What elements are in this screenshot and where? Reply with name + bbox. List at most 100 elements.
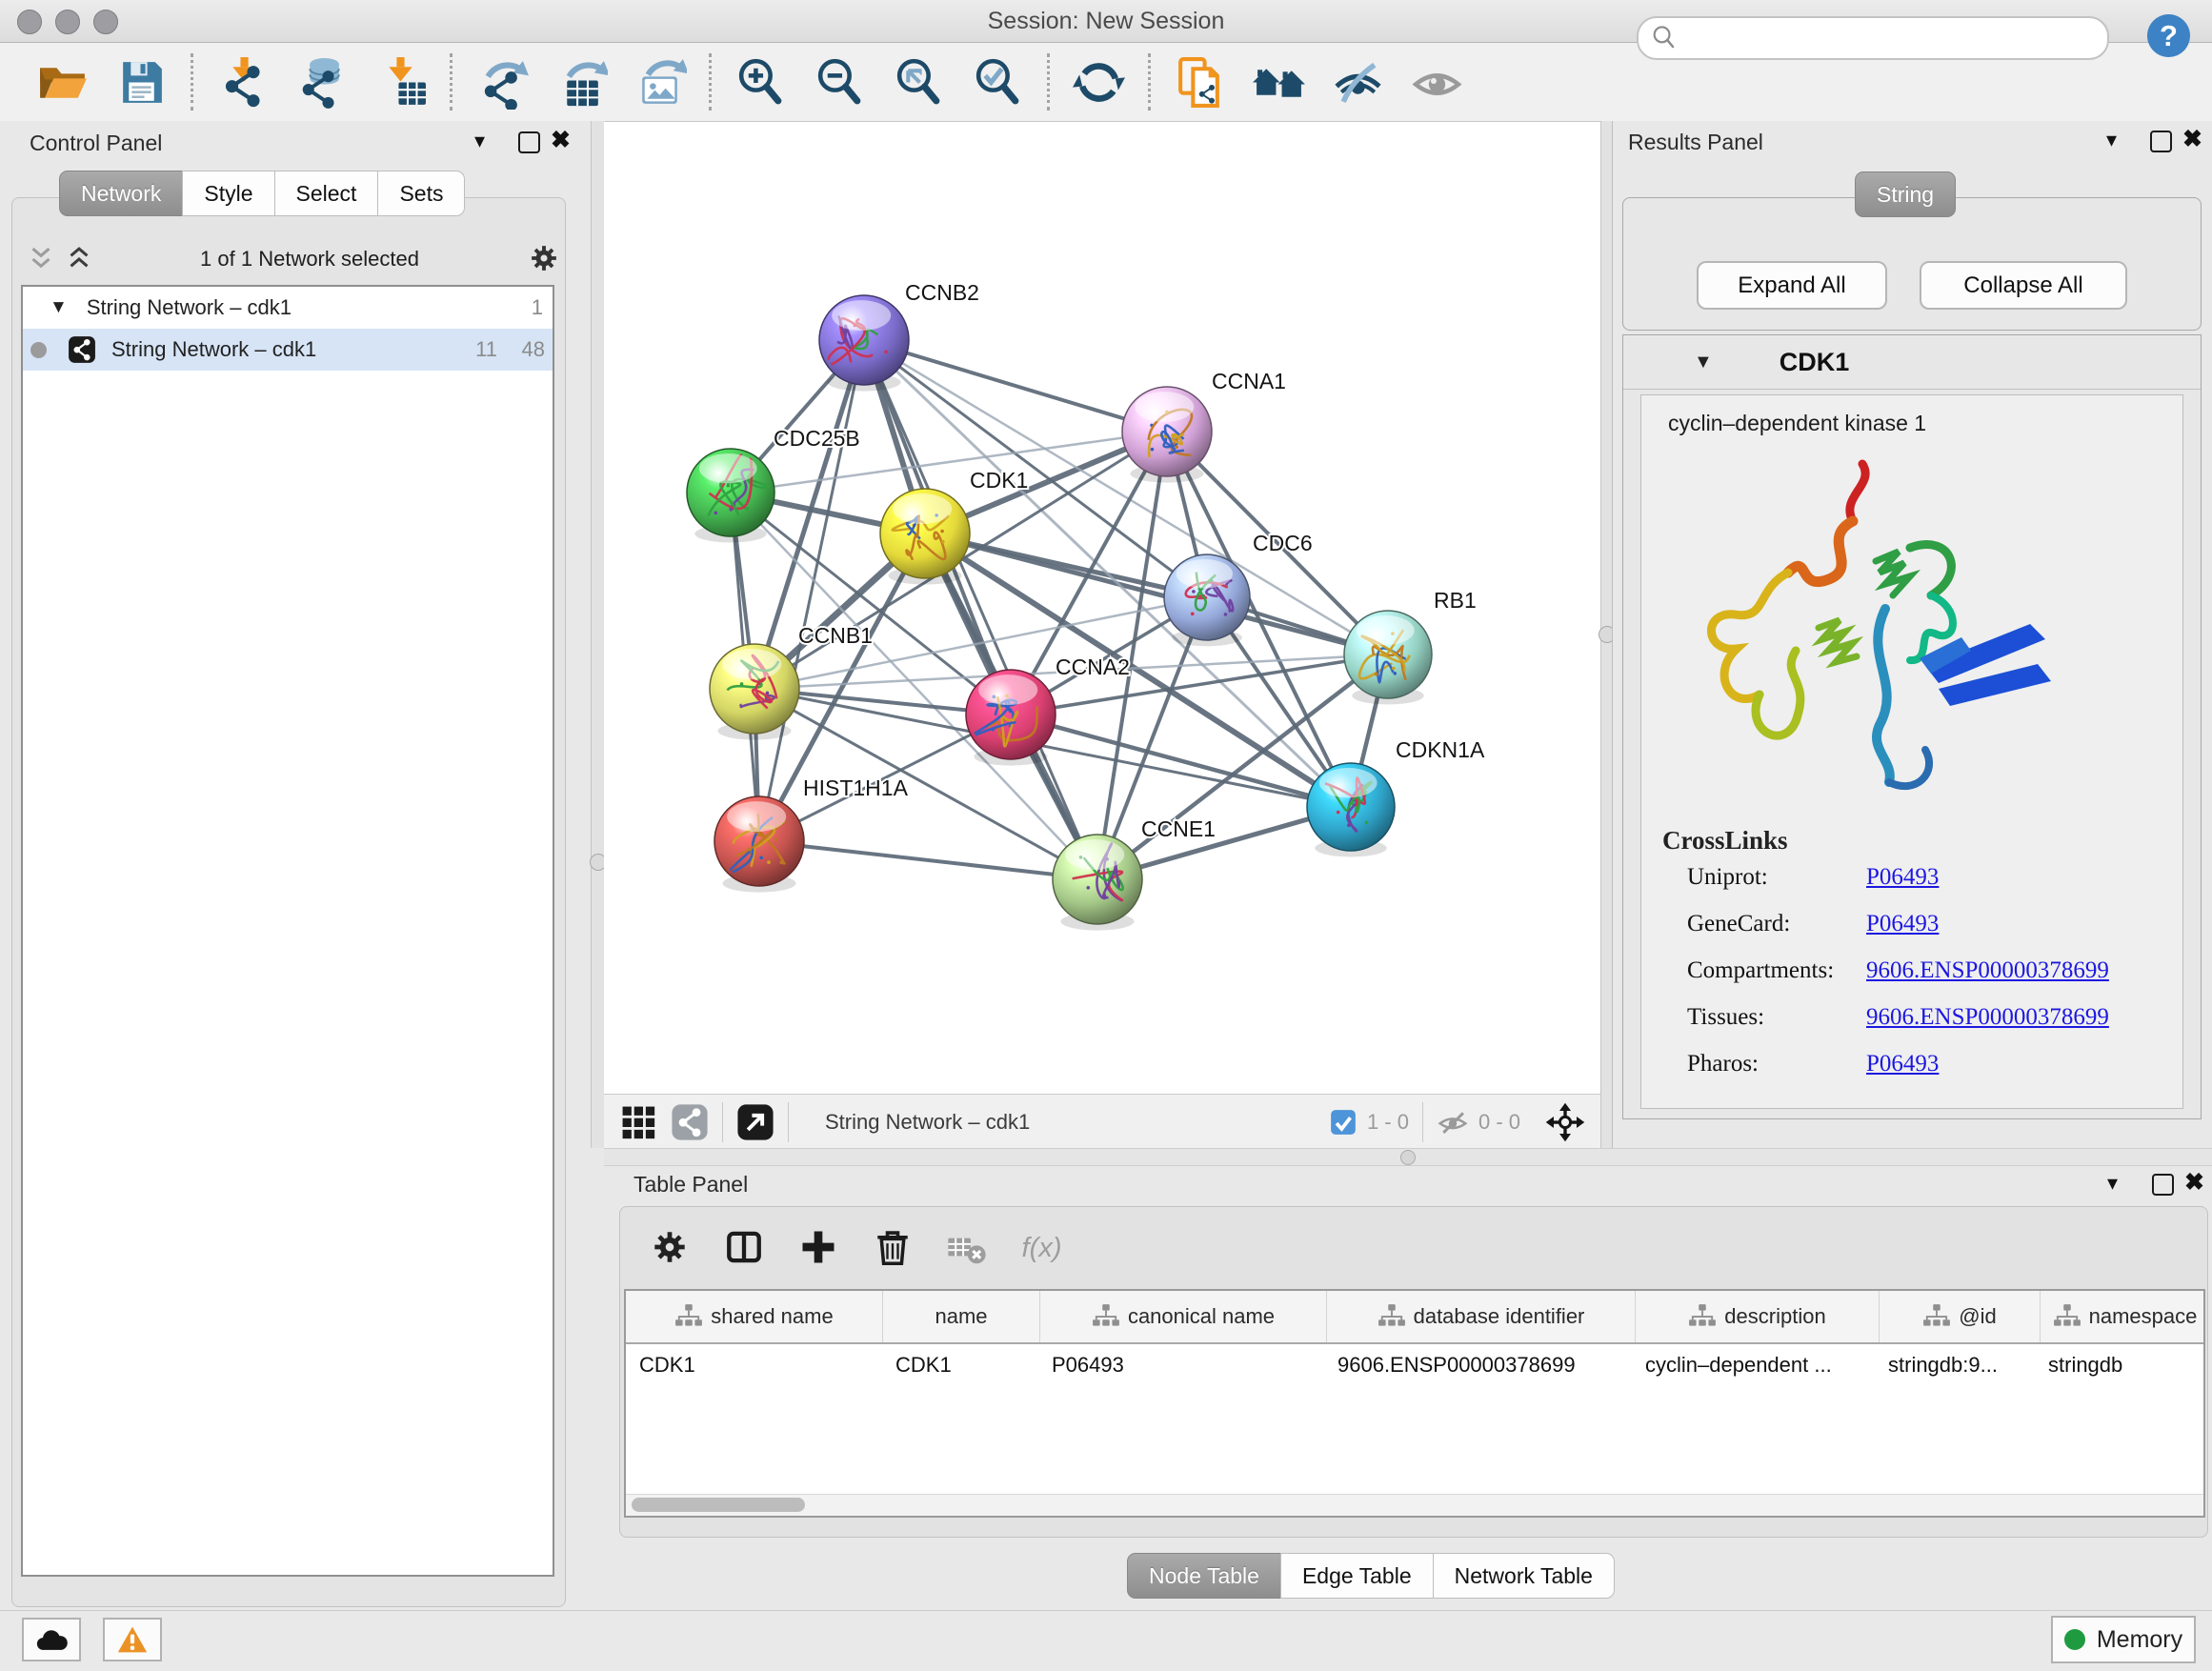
import-from-database-icon[interactable] [294, 55, 349, 110]
import-table-icon[interactable] [373, 55, 428, 110]
hide-graphics-details-icon[interactable] [1331, 55, 1385, 110]
table-cell[interactable]: cyclin–dependent ... [1632, 1344, 1875, 1386]
column-header-canonical-name[interactable]: canonical name [1040, 1291, 1327, 1342]
table-cell[interactable]: 9606.ENSP00000378699 [1324, 1344, 1632, 1386]
create-column-icon[interactable] [797, 1226, 839, 1268]
results-panel-menu-icon[interactable]: ▾ [2106, 128, 2117, 152]
network-node-RB1[interactable] [1344, 611, 1432, 704]
control-panel-float-button[interactable] [518, 131, 540, 153]
tab-network-table[interactable]: Network Table [1433, 1553, 1615, 1599]
table-cell[interactable]: P06493 [1038, 1344, 1324, 1386]
network-node-CDC25B[interactable] [687, 449, 774, 542]
entry-expander-icon[interactable]: ▼ [1694, 352, 1713, 373]
table-panel-float-button[interactable] [2152, 1174, 2174, 1196]
warnings-button[interactable] [103, 1618, 162, 1661]
results-panel-close-button[interactable]: ✖ [2182, 129, 2202, 150]
table-panel-menu-icon[interactable]: ▾ [2107, 1171, 2118, 1196]
horizontal-splitter-handle[interactable] [1400, 1150, 1416, 1165]
crosslink-value-link[interactable]: P06493 [1866, 1051, 1939, 1077]
edge-CCNA2-CDKN1A[interactable] [1011, 715, 1351, 807]
result-entry-header[interactable]: ▼ CDK1 [1623, 335, 2201, 390]
cloud-button[interactable] [22, 1618, 81, 1661]
network-node-CDKN1A[interactable] [1307, 763, 1395, 856]
column-header-description[interactable]: description [1636, 1291, 1880, 1342]
crosslink-row: Pharos:P06493 [1687, 1051, 2163, 1077]
search-field[interactable] [1637, 16, 2109, 60]
zoom-in-icon[interactable] [734, 55, 788, 110]
crosslink-value-link[interactable]: P06493 [1866, 911, 1939, 937]
network-node-CCNB1[interactable] [710, 644, 799, 740]
search-input[interactable] [1680, 20, 2107, 56]
network-node-CDC6[interactable] [1164, 554, 1250, 646]
edge-CCNB2-HIST1H1A[interactable] [759, 340, 864, 841]
export-network-icon[interactable] [474, 55, 529, 110]
network-view-icon[interactable] [671, 1103, 709, 1141]
show-graphics-details-icon[interactable] [1410, 55, 1464, 110]
network-node-CCNA1[interactable] [1122, 387, 1212, 483]
network-node-HIST1H1A[interactable] [714, 796, 804, 893]
network-options-gear-icon[interactable] [527, 241, 561, 275]
tab-style[interactable]: Style [182, 171, 274, 216]
zoom-out-icon[interactable] [813, 55, 867, 110]
table-cell[interactable]: CDK1 [626, 1344, 882, 1386]
column-header-name[interactable]: name [883, 1291, 1040, 1342]
node-label-HIST1H1A: HIST1H1A [803, 775, 909, 800]
scrollbar-thumb[interactable] [632, 1498, 805, 1512]
control-panel-menu-icon[interactable]: ▾ [474, 129, 485, 153]
tab-edge-table[interactable]: Edge Table [1280, 1553, 1434, 1599]
copy-current-style-icon[interactable] [1173, 55, 1227, 110]
table-cell[interactable]: stringdb:9... [1875, 1344, 2035, 1386]
column-header-namespace[interactable]: namespace [2041, 1291, 2205, 1342]
export-table-icon[interactable] [553, 55, 608, 110]
column-header-database-identifier[interactable]: database identifier [1327, 1291, 1636, 1342]
pan-crosshair-icon[interactable] [1545, 1102, 1585, 1142]
network-row-selected[interactable]: String Network – cdk1 11 48 [23, 329, 553, 371]
memory-status-icon [2064, 1629, 2085, 1650]
table-settings-icon[interactable] [649, 1226, 691, 1268]
delete-columns-icon[interactable] [872, 1226, 914, 1268]
crosslink-value-link[interactable]: 9606.ENSP00000378699 [1866, 1004, 2109, 1031]
memory-button[interactable]: Memory [2051, 1616, 2196, 1663]
crosslink-value-link[interactable]: 9606.ENSP00000378699 [1866, 957, 2109, 984]
export-image-icon[interactable] [633, 55, 687, 110]
control-panel-close-button[interactable]: ✖ [551, 130, 571, 151]
tab-select[interactable]: Select [274, 171, 379, 216]
column-header-shared-name[interactable]: shared name [626, 1291, 883, 1342]
grid-view-icon[interactable] [619, 1103, 657, 1141]
edge-HIST1H1A-CCNE1[interactable] [759, 841, 1097, 879]
tab-sets[interactable]: Sets [377, 171, 465, 216]
table-row[interactable]: CDK1CDK1P064939606.ENSP00000378699cyclin… [626, 1344, 2203, 1386]
tab-network[interactable]: Network [59, 171, 183, 216]
tab-string[interactable]: String [1855, 171, 1956, 217]
expand-all-networks-icon[interactable] [63, 243, 95, 275]
collapse-all-button[interactable]: Collapse All [1920, 261, 2127, 310]
refresh-network-icon[interactable] [1072, 55, 1126, 110]
network-canvas[interactable]: CCNB2CCNA1CDC25BCDK1CDC6RB1CCNB1CCNA2CDK… [604, 122, 1600, 1094]
tab-node-table[interactable]: Node Table [1127, 1553, 1281, 1599]
edge-CCNB2-CCNA1[interactable] [864, 340, 1167, 432]
first-neighbors-icon[interactable] [1252, 55, 1306, 110]
crosslink-value-link[interactable]: P06493 [1866, 864, 1939, 891]
save-session-icon[interactable] [114, 55, 169, 110]
tree-expander-icon[interactable]: ▼ [50, 297, 68, 318]
table-cell[interactable]: stringdb [2035, 1344, 2203, 1386]
column-header--id[interactable]: @id [1880, 1291, 2041, 1342]
expand-all-button[interactable]: Expand All [1697, 261, 1887, 310]
network-node-CCNE1[interactable] [1053, 835, 1142, 931]
table-cell[interactable]: CDK1 [882, 1344, 1038, 1386]
import-network-icon[interactable] [215, 55, 270, 110]
results-panel-float-button[interactable] [2150, 131, 2172, 152]
network-collection-row[interactable]: ▼ String Network – cdk1 1 [23, 287, 553, 329]
network-node-CDK1[interactable] [880, 489, 970, 585]
show-columns-icon[interactable] [723, 1226, 765, 1268]
open-file-icon[interactable] [35, 55, 90, 110]
zoom-fit-content-icon[interactable] [892, 55, 946, 110]
table-panel-close-button[interactable]: ✖ [2184, 1172, 2204, 1193]
edge-CDK1-RB1[interactable] [925, 534, 1388, 654]
help-button[interactable]: ? [2147, 14, 2190, 57]
selected-checkbox-icon[interactable] [1329, 1108, 1357, 1137]
birds-eye-view-icon[interactable] [736, 1103, 774, 1141]
collapse-all-networks-icon[interactable] [25, 243, 57, 275]
table-horizontal-scrollbar[interactable] [626, 1494, 2203, 1516]
zoom-selected-icon[interactable] [971, 55, 1025, 110]
